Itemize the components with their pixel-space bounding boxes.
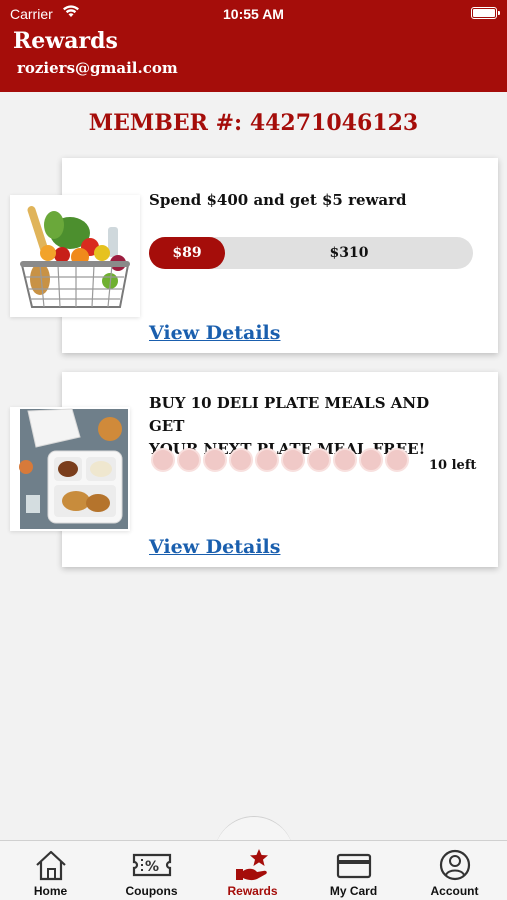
header: Carrier 10:55 AM Rewards roziers@gmail.c… [0, 0, 507, 92]
svg-text:%: % [144, 859, 158, 875]
member-number: MEMBER #: 44271046123 [0, 110, 507, 136]
tab-account-label: Account [430, 884, 479, 898]
member-label: MEMBER #: [88, 110, 243, 136]
status-time: 10:55 AM [223, 6, 284, 22]
punch-circle [307, 448, 331, 472]
view-details-link[interactable]: View Details [149, 322, 280, 344]
account-icon [439, 849, 470, 881]
punch-circle [177, 448, 201, 472]
tab-rewards-label: Rewards [227, 884, 278, 898]
punch-card [151, 448, 409, 472]
view-details-link[interactable]: View Details [149, 536, 280, 558]
tab-my-card-label: My Card [329, 884, 378, 898]
offer-title: Spend $400 and get $5 reward [149, 191, 407, 209]
tab-account[interactable]: Account [404, 841, 505, 900]
member-number-value: 44271046123 [249, 110, 419, 136]
battery-icon [471, 7, 500, 19]
tab-home-label: Home [33, 884, 68, 898]
tab-my-card[interactable]: My Card [303, 841, 404, 900]
offer-title-line1: BUY 10 DELI PLATE MEALS AND GET [149, 394, 430, 435]
tab-coupons-label: Coupons [125, 884, 178, 898]
user-email: roziers@gmail.com [17, 59, 178, 77]
punch-circle [255, 448, 279, 472]
status-bar: Carrier 10:55 AM [0, 0, 507, 28]
punch-circle [203, 448, 227, 472]
tab-bar: Home % Coupons Rewards My Card Account [0, 840, 507, 900]
punch-circle [359, 448, 383, 472]
tab-coupons[interactable]: % Coupons [101, 841, 202, 900]
punch-circle [385, 448, 409, 472]
tab-home[interactable]: Home [0, 841, 101, 900]
rewards-icon [235, 849, 268, 881]
deli-plate-meal-image [10, 407, 130, 531]
home-icon [35, 850, 66, 881]
spend-progress-bar: $89 $310 [149, 237, 473, 269]
punch-circle [281, 448, 305, 472]
tab-rewards[interactable]: Rewards [202, 841, 303, 900]
coupon-icon: % [132, 853, 171, 877]
punches-left-label: 10 left [429, 458, 477, 473]
card-icon [336, 853, 371, 879]
progress-spent-label: $89 [172, 245, 202, 261]
page-title: Rewards [13, 28, 118, 54]
punch-circle [151, 448, 175, 472]
progress-fill: $89 [149, 237, 225, 269]
grocery-basket-image [10, 195, 140, 317]
punch-circle [333, 448, 357, 472]
progress-remaining-label: $310 [329, 245, 369, 261]
punch-circle [229, 448, 253, 472]
